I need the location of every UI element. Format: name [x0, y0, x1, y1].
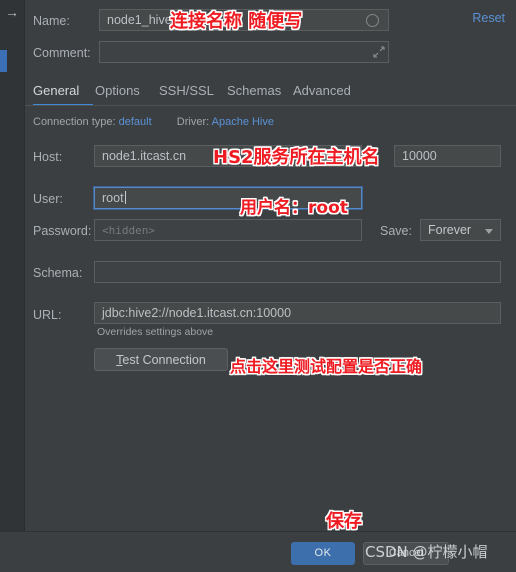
tab-ssh-ssl[interactable]: SSH/SSL: [159, 78, 214, 104]
port-input-value: 10000: [402, 149, 437, 163]
name-input-value: node1_hive: [107, 13, 172, 27]
save-dropdown[interactable]: Forever: [420, 219, 501, 241]
driver-value[interactable]: Apache Hive: [212, 116, 274, 128]
tab-advanced[interactable]: Advanced: [293, 78, 351, 104]
password-label: Password:: [33, 224, 92, 238]
tab-schemas[interactable]: Schemas: [227, 78, 281, 104]
comment-input[interactable]: [99, 41, 389, 63]
url-hint: Overrides settings above: [97, 326, 214, 338]
host-input-value: node1.itcast.cn: [102, 149, 187, 163]
test-connection-label: est Connection: [122, 353, 206, 367]
text-caret: [124, 191, 126, 204]
save-dropdown-value: Forever: [428, 223, 472, 237]
csdn-watermark: CSDN @柠檬小帽: [365, 543, 488, 561]
connection-type-value[interactable]: default: [119, 116, 152, 128]
schema-input[interactable]: [94, 261, 501, 283]
driver-label: Driver:: [176, 116, 210, 128]
host-label: Host:: [33, 150, 63, 164]
tab-bar-divider: [25, 105, 516, 106]
annotation-user-field: 用户名：root: [240, 198, 348, 218]
name-status-circle-icon: [366, 14, 379, 27]
comment-label: Comment:: [33, 46, 91, 60]
name-label: Name:: [33, 14, 70, 28]
connection-type-label: Connection type:: [33, 116, 116, 128]
annotation-name-field: 连接名称 随便写: [170, 11, 303, 32]
settings-panel: Name: node1_hive Comment: Reset General …: [25, 0, 516, 531]
ok-button[interactable]: OK: [291, 542, 355, 565]
user-input-value: root: [102, 191, 124, 205]
sidebar-selection-indicator: [0, 50, 7, 72]
url-input-value: jdbc:hive2://node1.itcast.cn:10000: [102, 306, 292, 320]
expand-icon[interactable]: [373, 46, 385, 58]
right-arrow-icon[interactable]: →: [2, 4, 22, 20]
chevron-down-icon: [485, 229, 493, 234]
user-label: User:: [33, 192, 63, 206]
tab-general[interactable]: General: [33, 78, 79, 104]
test-connection-button[interactable]: Test Connection: [94, 348, 228, 371]
save-label: Save:: [380, 224, 412, 238]
url-label: URL:: [33, 308, 62, 322]
tab-options[interactable]: Options: [95, 78, 140, 104]
tab-bar: General Options SSH/SSL Schemas Advanced: [25, 78, 516, 106]
schema-label: Schema:: [33, 266, 83, 280]
url-input[interactable]: jdbc:hive2://node1.itcast.cn:10000: [94, 302, 501, 324]
password-placeholder: <hidden>: [102, 224, 155, 237]
reset-link[interactable]: Reset: [472, 10, 505, 26]
password-input[interactable]: <hidden>: [94, 219, 362, 241]
port-input[interactable]: 10000: [394, 145, 501, 167]
annotation-host-field: HS2服务所在主机名: [213, 147, 380, 168]
connection-settings-dialog: → Name: node1_hive Comment: Reset Genera…: [0, 0, 516, 572]
annotation-test-connection: 点击这里测试配置是否正确: [230, 357, 423, 376]
left-gutter-strip: [0, 0, 24, 531]
connection-meta: Connection type: default Driver: Apache …: [33, 115, 274, 129]
annotation-save: 保存: [326, 511, 362, 532]
